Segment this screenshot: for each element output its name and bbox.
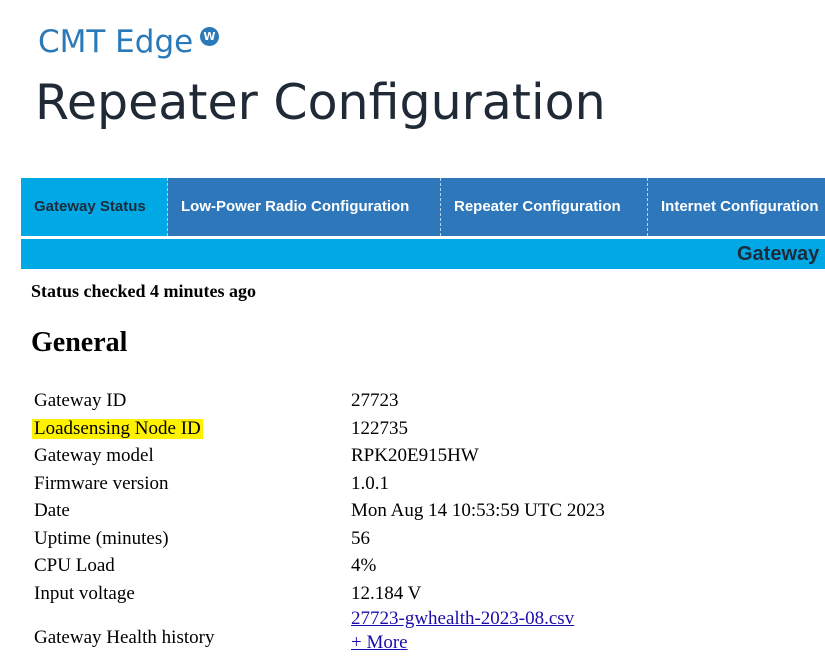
tab-repeater-configuration[interactable]: Repeater Configuration <box>441 178 648 236</box>
row-value-cpu-load: 4% <box>351 555 377 576</box>
health-csv-link[interactable]: 27723-gwhealth-2023-08.csv <box>351 607 574 631</box>
row-label-firmware-version: Firmware version <box>34 472 169 494</box>
general-heading: General <box>31 327 128 358</box>
tab-gateway-status[interactable]: Gateway Status <box>21 178 168 236</box>
page-title: Repeater Configuration <box>35 74 606 131</box>
row-value-date: Mon Aug 14 10:53:59 UTC 2023 <box>351 500 605 521</box>
row-label-gateway-health-history: Gateway Health history <box>34 627 215 648</box>
row-label-uptime: Uptime (minutes) <box>34 527 169 549</box>
tab-low-power-radio-configuration[interactable]: Low-Power Radio Configuration <box>168 178 441 236</box>
row-label-date: Date <box>34 500 70 521</box>
row-value-input-voltage: 12.184 V <box>351 582 422 604</box>
status-checked-text: Status checked 4 minutes ago <box>31 281 257 301</box>
more-link[interactable]: + More <box>351 631 574 655</box>
brand-name: CMT Edge <box>38 24 194 60</box>
row-label-input-voltage: Input voltage <box>34 582 135 604</box>
highlighted-label: Loadsensing Node ID <box>32 417 203 439</box>
tab-internet-configuration[interactable]: Internet Configuration <box>648 178 825 236</box>
section-bar-title: Gateway <box>737 243 820 265</box>
brand-badge-icon: W <box>200 27 219 46</box>
section-bar: Gateway <box>21 239 825 269</box>
row-label-cpu-load: CPU Load <box>34 555 115 576</box>
row-value-uptime: 56 <box>351 527 370 549</box>
row-label-gateway-model: Gateway model <box>34 445 154 466</box>
row-value-gateway-id: 27723 <box>351 390 399 411</box>
row-value-loadsensing-node-id: 122735 <box>351 417 408 439</box>
row-label-loadsensing-node-id: Loadsensing Node ID <box>32 415 203 443</box>
row-value-gateway-model: RPK20E915HW <box>351 445 479 466</box>
row-value-gateway-health-history: 27723-gwhealth-2023-08.csv + More <box>351 607 574 655</box>
row-value-firmware-version: 1.0.1 <box>351 472 389 494</box>
row-label-gateway-id: Gateway ID <box>34 390 127 411</box>
main-nav: Gateway Status Low-Power Radio Configura… <box>21 178 825 236</box>
